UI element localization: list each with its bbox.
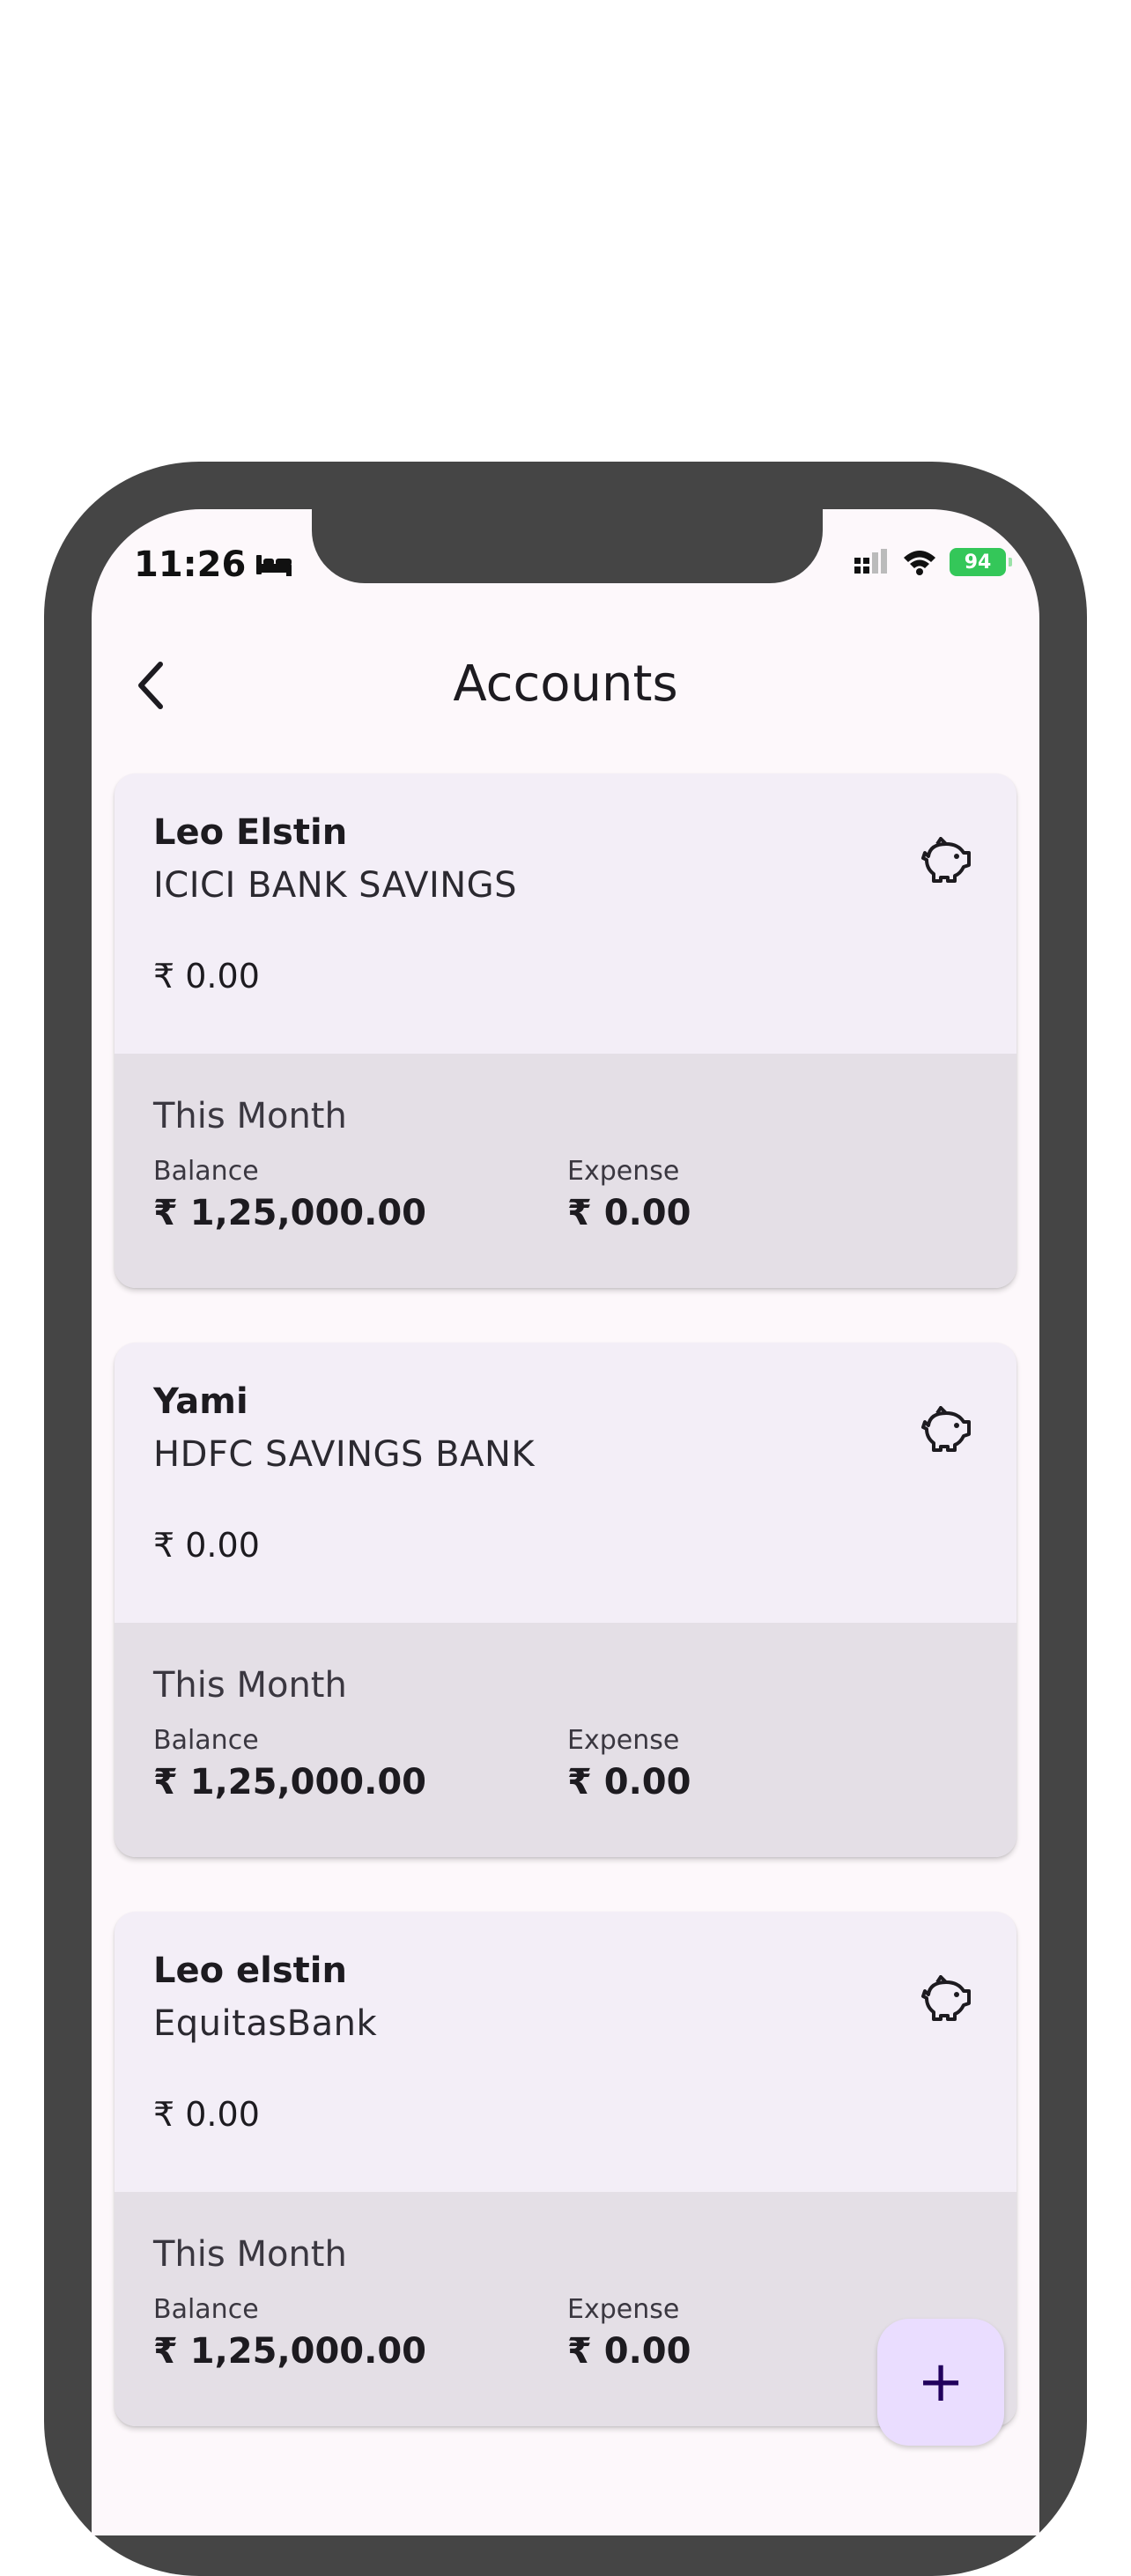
battery-level: 94 bbox=[964, 551, 992, 574]
account-amount: ₹ 0.00 bbox=[153, 2095, 260, 2134]
expense-label: Expense bbox=[567, 2294, 680, 2325]
account-bank-name: HDFC SAVINGS BANK bbox=[153, 1434, 536, 1475]
device-notch bbox=[312, 509, 823, 583]
piggy-bank-icon bbox=[921, 837, 971, 883]
account-month-summary: This Month Balance ₹ 1,25,000.00 Expense… bbox=[115, 1054, 1016, 1288]
plus-icon: + bbox=[917, 2350, 965, 2415]
piggy-bank-icon bbox=[921, 1406, 971, 1452]
bed-icon bbox=[256, 555, 292, 576]
balance-label: Balance bbox=[153, 1156, 259, 1187]
page-title: Accounts bbox=[453, 655, 678, 713]
account-card[interactable]: Yami HDFC SAVINGS BANK ₹ 0.00 This Month… bbox=[115, 1343, 1016, 1857]
account-amount: ₹ 0.00 bbox=[153, 1526, 260, 1565]
period-label: This Month bbox=[153, 1096, 347, 1136]
expense-value: ₹ 0.00 bbox=[567, 1193, 691, 1233]
add-account-button[interactable]: + bbox=[877, 2319, 1004, 2446]
account-bank-name: EquitasBank bbox=[153, 2003, 378, 2044]
expense-value: ₹ 0.00 bbox=[567, 1762, 691, 1802]
phone-screen: 11:26 94 Accounts Leo Elstin ICICI BANK … bbox=[92, 509, 1039, 2535]
account-card-header: Leo Elstin ICICI BANK SAVINGS ₹ 0.00 bbox=[115, 774, 1016, 1054]
wifi-icon bbox=[904, 551, 935, 575]
balance-label: Balance bbox=[153, 2294, 259, 2325]
period-label: This Month bbox=[153, 1665, 347, 1706]
expense-label: Expense bbox=[567, 1156, 680, 1187]
signal-icon bbox=[854, 549, 887, 574]
account-bank-name: ICICI BANK SAVINGS bbox=[153, 865, 518, 906]
status-time: 11:26 bbox=[134, 544, 247, 585]
status-bar-left: 11:26 bbox=[134, 544, 293, 585]
account-holder-name: Yami bbox=[153, 1381, 248, 1422]
balance-value: ₹ 1,25,000.00 bbox=[153, 1762, 426, 1802]
balance-label: Balance bbox=[153, 1725, 259, 1756]
battery-icon: 94 bbox=[950, 548, 1012, 576]
account-holder-name: Leo Elstin bbox=[153, 812, 348, 853]
balance-value: ₹ 1,25,000.00 bbox=[153, 2331, 426, 2372]
piggy-bank-icon bbox=[921, 1975, 971, 2021]
expense-label: Expense bbox=[567, 1725, 680, 1756]
account-card-header: Leo elstin EquitasBank ₹ 0.00 bbox=[115, 1912, 1016, 2192]
account-card[interactable]: Leo Elstin ICICI BANK SAVINGS ₹ 0.00 Thi… bbox=[115, 774, 1016, 1288]
status-bar-right: 94 bbox=[853, 548, 1012, 576]
account-month-summary: This Month Balance ₹ 1,25,000.00 Expense… bbox=[115, 1623, 1016, 1857]
expense-value: ₹ 0.00 bbox=[567, 2331, 691, 2372]
account-holder-name: Leo elstin bbox=[153, 1951, 347, 1991]
account-amount: ₹ 0.00 bbox=[153, 957, 260, 996]
balance-value: ₹ 1,25,000.00 bbox=[153, 1193, 426, 1233]
period-label: This Month bbox=[153, 2234, 347, 2275]
account-card-header: Yami HDFC SAVINGS BANK ₹ 0.00 bbox=[115, 1343, 1016, 1623]
